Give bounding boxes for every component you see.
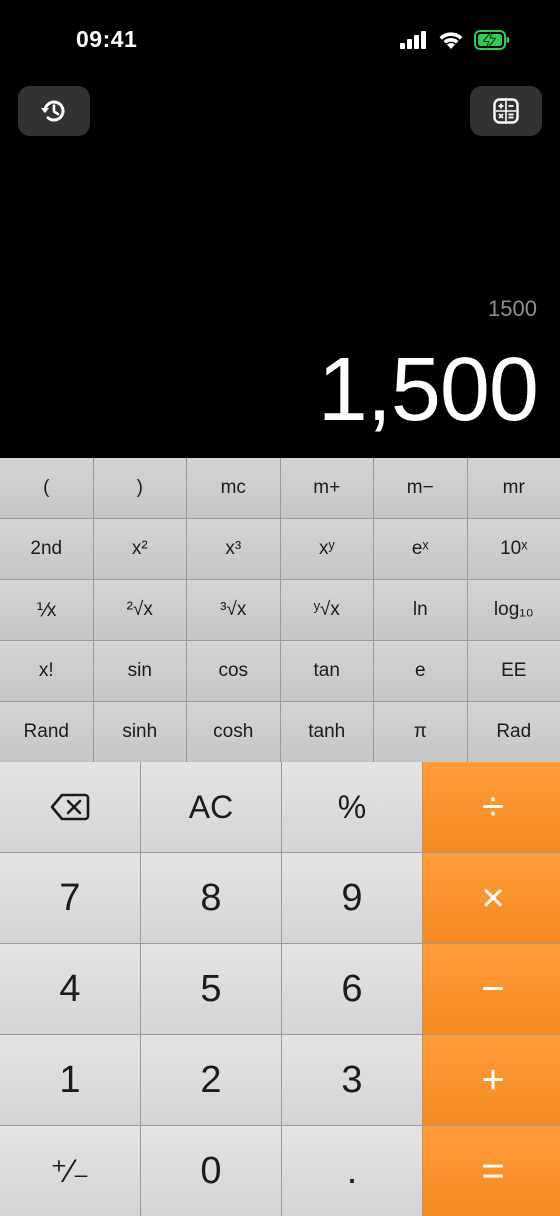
- digit-5-button[interactable]: 5: [141, 944, 281, 1034]
- equals-button[interactable]: =: [423, 1126, 560, 1216]
- percent-button[interactable]: %: [282, 762, 422, 852]
- tan-key[interactable]: tan: [280, 641, 373, 701]
- status-icons: [400, 30, 510, 50]
- digit-6-button[interactable]: 6: [282, 944, 422, 1034]
- status-time: 09:41: [76, 26, 138, 52]
- natural-log-key[interactable]: ln: [374, 580, 467, 640]
- factorial-key[interactable]: x!: [0, 641, 93, 701]
- memory-clear-key[interactable]: mc: [187, 458, 280, 518]
- calculator-mode-icon: [493, 98, 519, 124]
- square-key[interactable]: x²: [93, 519, 186, 579]
- digit-8-button[interactable]: 8: [141, 853, 281, 943]
- divide-button[interactable]: ÷: [423, 762, 560, 852]
- status-bar: 09:41: [0, 0, 560, 84]
- backspace-button[interactable]: [0, 762, 140, 852]
- power-key[interactable]: xʸ: [280, 519, 373, 579]
- ee-key[interactable]: EE: [467, 641, 560, 701]
- memory-add-key[interactable]: m+: [280, 458, 373, 518]
- scientific-keypad: ( ) mc m+ m− mr 2nd x² x³ xʸ eˣ 10ˣ ⅟x ²…: [0, 458, 560, 762]
- second-function-key[interactable]: 2nd: [0, 519, 93, 579]
- log10-key[interactable]: log₁₀: [467, 580, 560, 640]
- sign-toggle-button[interactable]: ⁺⁄₋: [0, 1126, 140, 1216]
- main-keypad: AC % ÷ 7 8 9 × 4 5 6 − 1 2 3 + ⁺⁄₋ 0 . =: [0, 762, 560, 1216]
- all-clear-button[interactable]: AC: [141, 762, 281, 852]
- cosh-key[interactable]: cosh: [187, 702, 280, 762]
- close-paren-key[interactable]: ): [93, 458, 186, 518]
- history-icon: [41, 100, 65, 122]
- nth-root-key[interactable]: ʸ√x: [280, 580, 373, 640]
- multiply-button[interactable]: ×: [423, 853, 560, 943]
- e-constant-key[interactable]: e: [374, 641, 467, 701]
- digit-0-button[interactable]: 0: [141, 1126, 281, 1216]
- ten-power-key[interactable]: 10ˣ: [467, 519, 560, 579]
- digit-2-button[interactable]: 2: [141, 1035, 281, 1125]
- rad-key[interactable]: Rad: [467, 702, 560, 762]
- calculator-display: 1500 1,500: [22, 296, 539, 440]
- digit-9-button[interactable]: 9: [282, 853, 422, 943]
- backspace-icon: [50, 793, 90, 821]
- cube-root-key[interactable]: ³√x: [187, 580, 280, 640]
- cellular-signal-icon: [400, 31, 426, 49]
- sinh-key[interactable]: sinh: [93, 702, 186, 762]
- wifi-icon: [439, 31, 463, 49]
- subtract-button[interactable]: −: [423, 944, 560, 1034]
- digit-4-button[interactable]: 4: [0, 944, 140, 1034]
- tanh-key[interactable]: tanh: [280, 702, 373, 762]
- digit-3-button[interactable]: 3: [282, 1035, 422, 1125]
- exp-key[interactable]: eˣ: [374, 519, 467, 579]
- calculator-mode-button[interactable]: [470, 86, 542, 136]
- open-paren-key[interactable]: (: [0, 458, 93, 518]
- digit-1-button[interactable]: 1: [0, 1035, 140, 1125]
- memory-subtract-key[interactable]: m−: [374, 458, 467, 518]
- cos-key[interactable]: cos: [187, 641, 280, 701]
- pi-key[interactable]: π: [374, 702, 467, 762]
- add-button[interactable]: +: [423, 1035, 560, 1125]
- memory-recall-key[interactable]: mr: [467, 458, 560, 518]
- decimal-button[interactable]: .: [282, 1126, 422, 1216]
- square-root-key[interactable]: ²√x: [93, 580, 186, 640]
- history-button[interactable]: [18, 86, 90, 136]
- cube-key[interactable]: x³: [187, 519, 280, 579]
- reciprocal-key[interactable]: ⅟x: [0, 580, 93, 640]
- result-value: 1,500: [317, 340, 539, 440]
- sin-key[interactable]: sin: [93, 641, 186, 701]
- digit-7-button[interactable]: 7: [0, 853, 140, 943]
- battery-charging-icon: [474, 30, 509, 50]
- expression-text: 1500: [488, 296, 537, 321]
- rand-key[interactable]: Rand: [0, 702, 93, 762]
